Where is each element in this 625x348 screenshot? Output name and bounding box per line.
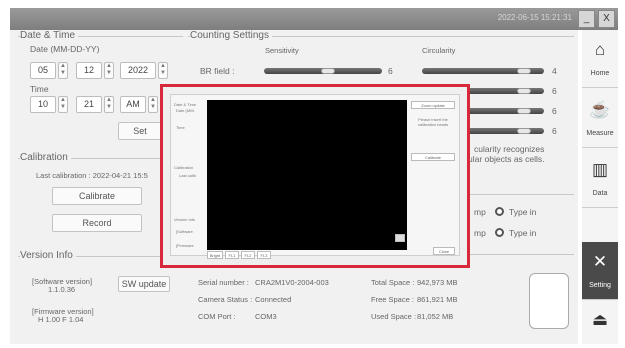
popup-close-button[interactable]: Close: [433, 247, 455, 255]
month-spinner[interactable]: ▲ ▼: [58, 62, 68, 79]
circularity-value-1: 4: [552, 66, 557, 76]
datetime-title: Date & Time: [20, 30, 79, 41]
title-bar: 2022-06-15 15:21:31 _ X: [10, 8, 618, 30]
circularity-value-4: 6: [552, 126, 557, 136]
used-space-label: Used Space :: [371, 312, 417, 321]
sensitivity-header: Sensitivity: [265, 46, 299, 55]
popup-firmware-label: [Firmware: [176, 243, 194, 248]
device-info: Serial number : CRA2M1V0-2004-003 Camera…: [195, 268, 575, 340]
system-datetime: 2022-06-15 15:21:31: [497, 13, 572, 22]
camera-status-label: Camera Status :: [198, 295, 253, 304]
year-spinner[interactable]: ▲ ▼: [158, 62, 168, 79]
popup-version-title: Version Info: [174, 217, 196, 222]
year-field[interactable]: 2022: [120, 62, 156, 79]
popup-calibrate-button[interactable]: Calibrate: [411, 153, 455, 161]
storage-indicator: [529, 273, 569, 329]
com-port-value: COM3: [255, 312, 277, 321]
sw-update-button[interactable]: SW update: [118, 276, 170, 292]
measure-icon: ☕: [589, 100, 611, 119]
circularity-thumb-2[interactable]: [517, 88, 532, 94]
last-calibration-text: Last calibration : 2022-04-21 15:5: [36, 171, 148, 180]
software-version-value: 1.1.0.36: [48, 285, 76, 294]
type-in-radio-1[interactable]: [495, 207, 504, 216]
day-field[interactable]: 12: [76, 62, 102, 79]
ampm-spinner[interactable]: ▲ ▼: [148, 96, 158, 113]
circularity-header: Circularity: [422, 46, 456, 55]
popup-time-label: Time: [176, 125, 185, 130]
br-field-label: BR field :: [200, 66, 235, 76]
sidebar: ⌂ Home ☕ Measure ▥ Data ✕ Setting ⏏: [582, 30, 618, 344]
ampm-field[interactable]: AM: [120, 96, 146, 113]
circularity-note-2: ular objects as cells.: [468, 154, 545, 164]
sidebar-label-setting: Setting: [589, 282, 611, 289]
minute-field[interactable]: 21: [76, 96, 102, 113]
data-chart-icon: ▥: [591, 160, 609, 179]
day-spinner[interactable]: ▲ ▼: [104, 62, 114, 79]
total-space-value: 942,973 MB: [417, 278, 458, 287]
eject-icon: ⏏: [591, 310, 609, 329]
hour-spinner[interactable]: ▲ ▼: [58, 96, 68, 113]
tools-icon: ✕: [592, 252, 608, 271]
sidebar-label-home: Home: [590, 70, 610, 77]
tab-fl2[interactable]: FL2: [241, 251, 255, 259]
date-label: Date (MM-DD-YY): [30, 44, 100, 54]
used-space-value: 81,052 MB: [417, 312, 454, 321]
sidebar-item-home[interactable]: ⌂ Home: [582, 30, 618, 88]
record-button[interactable]: Record: [52, 214, 142, 232]
popup-last-calib: Last calib: [179, 173, 196, 178]
circularity-thumb-4[interactable]: [517, 128, 532, 134]
hour-field[interactable]: 10: [30, 96, 56, 113]
version-title: Version Info: [20, 250, 76, 261]
time-label: Time: [30, 84, 49, 94]
sidebar-item-measure[interactable]: ☕ Measure: [582, 90, 618, 148]
eject-button[interactable]: ⏏: [582, 300, 618, 344]
circularity-thumb-1[interactable]: [517, 68, 532, 74]
circularity-note-1: cularity recognizes: [474, 144, 545, 154]
popup-date-label: Date (MM-: [176, 108, 195, 113]
calibration-instructions: Please insert the calibration beads: [417, 117, 449, 127]
calibration-popup-highlight: Date & Time Date (MM- Time Calibration L…: [160, 84, 470, 268]
minute-spinner[interactable]: ▲ ▼: [104, 96, 114, 113]
circularity-thumb-3[interactable]: [517, 108, 532, 114]
serial-value: CRA2M1V0-2004-003: [255, 278, 329, 287]
preview-zoom-button[interactable]: [395, 234, 405, 242]
option1-suffix: mp: [474, 207, 486, 217]
camera-status-value: Connected: [255, 295, 292, 304]
close-button[interactable]: X: [598, 10, 615, 28]
option2-suffix: mp: [474, 228, 486, 238]
total-space-label: Total Space :: [371, 278, 415, 287]
sidebar-item-setting[interactable]: ✕ Setting: [582, 242, 618, 300]
home-icon: ⌂: [594, 40, 606, 59]
free-space-value: 861,921 MB: [417, 295, 458, 304]
type-in-radio-2[interactable]: [495, 228, 504, 237]
sidebar-item-data[interactable]: ▥ Data: [582, 150, 618, 208]
circularity-value-2: 6: [552, 86, 557, 96]
zoom-update-button[interactable]: Zoom update: [411, 101, 455, 109]
tab-bright[interactable]: Bright: [207, 251, 223, 259]
serial-label: Serial number :: [198, 278, 249, 287]
camera-preview: [207, 100, 407, 250]
free-space-label: Free Space :: [371, 295, 414, 304]
counting-title: Counting Settings: [190, 30, 272, 41]
firmware-version-value: H 1.00 F 1.04: [38, 315, 84, 324]
type-in-label-1: Type in: [509, 207, 537, 217]
popup-calibration-title: Calibration: [174, 165, 194, 170]
minimize-button[interactable]: _: [578, 10, 595, 28]
sidebar-label-measure: Measure: [586, 130, 614, 137]
popup-software-label: [Software: [176, 229, 193, 234]
set-button[interactable]: Set: [118, 122, 162, 140]
sidebar-label-data: Data: [592, 190, 608, 197]
tab-fl1[interactable]: FL1: [225, 251, 239, 259]
calibration-title: Calibration: [20, 152, 71, 163]
popup-datetime-title: Date & Time: [174, 102, 197, 107]
type-in-label-2: Type in: [509, 228, 537, 238]
tab-fl3[interactable]: FL3: [257, 251, 271, 259]
calibration-dialog: Date & Time Date (MM- Time Calibration L…: [170, 94, 460, 259]
circularity-value-3: 6: [552, 106, 557, 116]
calibrate-button[interactable]: Calibrate: [52, 187, 142, 205]
br-sensitivity-thumb[interactable]: [321, 68, 336, 74]
month-field[interactable]: 05: [30, 62, 56, 79]
br-sensitivity-value: 6: [388, 66, 393, 76]
com-port-label: COM Port :: [198, 312, 236, 321]
